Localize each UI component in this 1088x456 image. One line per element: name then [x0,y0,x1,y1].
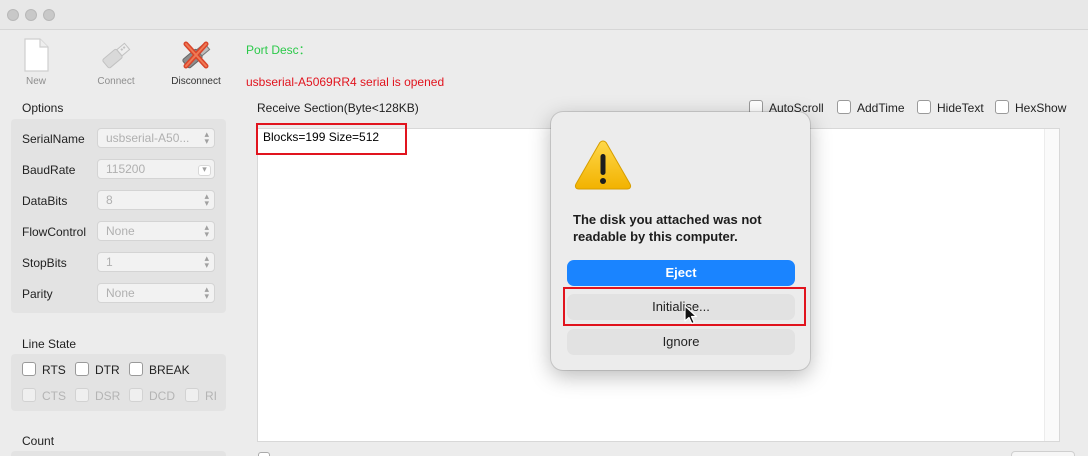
document-icon [24,38,49,72]
dsr-label: DSR [95,389,121,403]
serialname-value: usbserial-A50... [106,131,190,145]
databits-value: 8 [106,193,113,207]
ri-label: RI [205,389,217,403]
receive-scrollbar[interactable] [1044,129,1059,441]
port-desc-label: Port Desc： [246,43,311,57]
minimize-window-button[interactable] [25,9,37,21]
stepper-icon: ▴ ▾ [204,191,209,208]
disconnect-button-label: Disconnect [171,76,221,87]
connect-button-label: Connect [97,76,135,87]
usb-plug-icon [102,42,131,69]
mouse-pointer-icon [684,305,698,325]
parity-select[interactable]: None ▴ ▾ [97,283,215,303]
break-checkbox[interactable] [129,362,143,376]
new-button-label: New [25,76,46,87]
stopbits-select[interactable]: 1 ▴ ▾ [97,252,215,272]
content-highlight-box [256,123,407,155]
dsr-checkbox [75,388,89,402]
dcd-checkbox [129,388,143,402]
dtr-label: DTR [95,363,120,377]
parity-value: None [106,286,135,300]
line-state-title: Line State [22,337,77,351]
addtime-checkbox[interactable] [837,100,851,114]
chevron-down-icon: ▾ [198,165,211,176]
stopbits-label: StopBits [22,256,67,270]
cts-checkbox [22,388,36,402]
count-groupbox [11,451,226,456]
baudrate-value: 115200 [106,162,146,176]
new-button[interactable]: New [1,38,71,87]
addtime-label: AddTime [857,101,905,115]
ri-checkbox [185,388,199,402]
stopbits-value: 1 [106,255,113,269]
serialname-label: SerialName [22,132,85,146]
rts-checkbox[interactable] [22,362,36,376]
stepper-icon: ▴ ▾ [204,222,209,239]
parity-label: Parity [22,287,53,301]
flowcontrol-label: FlowControl [22,225,87,239]
disk-alert-dialog: The disk you attached was not readable b… [551,112,810,370]
break-label: BREAK [149,363,190,377]
baudrate-label: BaudRate [22,163,76,177]
serialname-select[interactable]: usbserial-A50... ▴ ▾ [97,128,215,148]
flowcontrol-value: None [106,224,135,238]
count-title: Count [22,434,55,448]
dcd-label: DCD [149,389,175,403]
close-window-button[interactable] [7,9,19,21]
hidetext-label: HideText [937,101,984,115]
disconnect-button[interactable]: Disconnect [161,38,231,87]
eject-button[interactable]: Eject [567,260,795,286]
baudrate-combobox[interactable]: 115200 ▾ [97,159,215,179]
warning-triangle-icon [574,140,632,190]
dialog-message: The disk you attached was not readable b… [573,212,762,244]
flowcontrol-select[interactable]: None ▴ ▾ [97,221,215,241]
dtr-checkbox[interactable] [75,362,89,376]
stepper-icon: ▴ ▾ [204,284,209,301]
options-title: Options [22,101,64,115]
hexshow-label: HexShow [1015,101,1067,115]
databits-select[interactable]: 8 ▴ ▾ [97,190,215,210]
window-titlebar [0,0,1088,30]
stepper-icon: ▴ ▾ [204,253,209,270]
receive-section-title: Receive Section(Byte<128KB) [257,101,419,115]
port-status-text: usbserial-A5069RR4 serial is opened [246,75,445,89]
bottom-field[interactable] [1011,451,1075,456]
connect-button[interactable]: Connect [81,38,151,87]
usb-plug-cancel-icon [182,41,211,69]
bottom-checkbox[interactable] [258,452,270,456]
hidetext-checkbox[interactable] [917,100,931,114]
zoom-window-button[interactable] [43,9,55,21]
cts-label: CTS [42,389,66,403]
ignore-button[interactable]: Ignore [567,329,795,355]
stepper-icon: ▴ ▾ [204,129,209,146]
databits-label: DataBits [22,194,68,208]
rts-label: RTS [42,363,66,377]
hexshow-checkbox[interactable] [995,100,1009,114]
